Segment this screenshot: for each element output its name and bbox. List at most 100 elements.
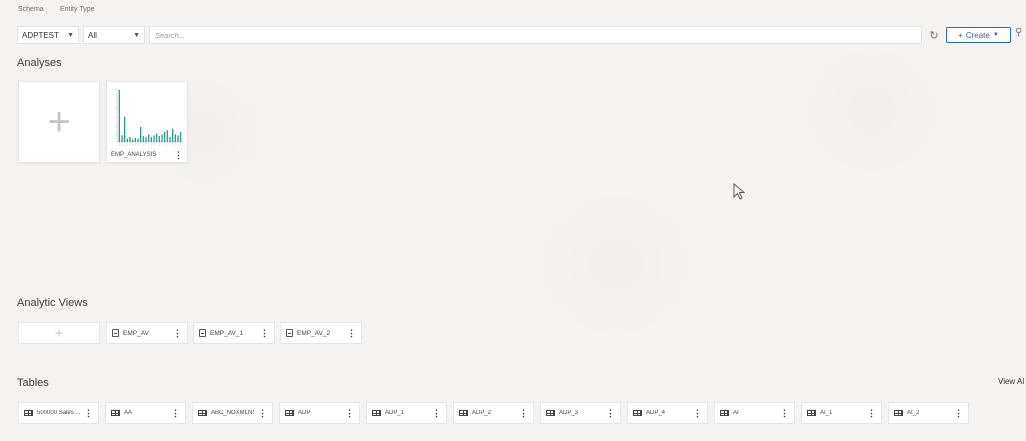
- thumbnail-bar: [126, 138, 128, 142]
- table-item[interactable]: ADP_4 ⋮: [627, 402, 708, 424]
- search-input[interactable]: Search...: [149, 26, 922, 44]
- thumbnail-bar: [153, 135, 155, 142]
- table-icon: [24, 410, 33, 416]
- background-pattern: [0, 0, 1026, 441]
- thumbnail-bar: [180, 131, 182, 142]
- thumbnail-bar: [177, 135, 179, 142]
- analyses-section-title: Analyses: [17, 57, 62, 69]
- thumbnail-bar: [121, 135, 123, 142]
- more-options-icon[interactable]: ⋮: [780, 408, 789, 418]
- table-icon: [633, 410, 642, 416]
- thumbnail-bar: [164, 131, 166, 142]
- table-name: ABC_NOXMLNS: [211, 410, 254, 416]
- more-options-icon[interactable]: ⋮: [693, 408, 702, 418]
- plus-icon: +: [958, 30, 963, 40]
- table-icon: [459, 410, 468, 416]
- thumbnail-bar: [161, 134, 163, 142]
- table-name: ADP_4: [646, 410, 666, 416]
- more-options-icon[interactable]: ⋮: [954, 408, 963, 418]
- thumbnail-bar: [129, 136, 131, 142]
- view-all-link[interactable]: View Al: [998, 377, 1024, 386]
- more-options-icon[interactable]: ⋮: [173, 328, 182, 338]
- table-icon: [894, 410, 903, 416]
- more-options-icon[interactable]: ⋮: [519, 408, 528, 418]
- table-name: ADP_2: [472, 410, 492, 416]
- more-options-icon[interactable]: ⋮: [606, 408, 615, 418]
- table-item[interactable]: AI_2 ⋮: [888, 402, 969, 424]
- table-icon: [720, 410, 729, 416]
- entity-type-label: Entity Type: [60, 6, 95, 13]
- table-name: ADP_3: [559, 410, 579, 416]
- more-options-icon[interactable]: ⋮: [258, 408, 267, 418]
- analysis-card-footer: EMP_ANALYSIS ⋮: [107, 148, 187, 162]
- thumbnail-bar: [124, 116, 126, 142]
- analysis-card[interactable]: EMP_ANALYSIS ⋮: [106, 81, 188, 163]
- document-icon: [286, 329, 293, 337]
- analysis-card-name: EMP_ANALYSIS: [111, 152, 157, 158]
- thumbnail-bar: [169, 136, 171, 142]
- analytic-view-item[interactable]: EMP_AV_2 ⋮: [280, 322, 362, 344]
- thumbnail-bar: [150, 136, 152, 142]
- binoculars-icon[interactable]: ⚲: [1015, 27, 1022, 38]
- more-options-icon[interactable]: ⋮: [171, 408, 180, 418]
- create-button-label: Create: [965, 30, 990, 40]
- schema-label: Schema: [18, 6, 44, 13]
- analytic-view-name: EMP_AV_1: [210, 329, 244, 337]
- table-item[interactable]: AI_1 ⋮: [801, 402, 882, 424]
- table-name: AI: [733, 410, 739, 416]
- table-name: AI_2: [907, 410, 920, 416]
- more-options-icon[interactable]: ⋮: [174, 150, 183, 160]
- add-analytic-view-button[interactable]: +: [18, 322, 100, 344]
- thumbnail-bar: [132, 139, 134, 142]
- thumbnail-bar: [137, 138, 139, 142]
- create-button[interactable]: + Create ▼: [946, 27, 1011, 43]
- table-name: AA: [124, 410, 133, 416]
- table-item[interactable]: ABC_NOXMLNS ⋮: [192, 402, 273, 424]
- search-placeholder: Search...: [155, 30, 186, 40]
- table-icon: [198, 410, 207, 416]
- more-options-icon[interactable]: ⋮: [867, 408, 876, 418]
- more-options-icon[interactable]: ⋮: [260, 328, 269, 338]
- table-icon: [111, 410, 120, 416]
- table-item[interactable]: AI ⋮: [714, 402, 795, 424]
- more-options-icon[interactable]: ⋮: [347, 328, 356, 338]
- chevron-down-icon: ▼: [992, 32, 999, 38]
- chevron-down-icon: ▼: [133, 31, 140, 39]
- analysis-thumbnail-chart: [115, 88, 183, 146]
- thumbnail-bar: [174, 134, 176, 142]
- table-name: ADP: [298, 410, 311, 416]
- plus-icon: +: [54, 324, 64, 342]
- analytic-view-name: EMP_AV_2: [297, 329, 331, 337]
- table-icon: [546, 410, 555, 416]
- more-options-icon[interactable]: ⋮: [432, 408, 441, 418]
- analytic-view-name: EMP_AV: [123, 329, 149, 337]
- table-item[interactable]: ADP ⋮: [279, 402, 360, 424]
- table-icon: [807, 410, 816, 416]
- refresh-button[interactable]: ↻: [926, 27, 942, 43]
- analytic-view-item[interactable]: EMP_AV ⋮: [106, 322, 188, 344]
- table-item[interactable]: ADP_3 ⋮: [540, 402, 621, 424]
- thumbnail-bar: [142, 136, 144, 142]
- schema-select[interactable]: ADPTEST ▼: [17, 26, 79, 44]
- tables-section-title: Tables: [17, 377, 49, 389]
- table-item[interactable]: ADP_1 ⋮: [366, 402, 447, 424]
- more-options-icon[interactable]: ⋮: [345, 408, 354, 418]
- analytic-views-section-title: Analytic Views: [17, 297, 88, 309]
- thumbnail-bar: [134, 137, 136, 142]
- table-item[interactable]: ADP_2 ⋮: [453, 402, 534, 424]
- thumbnail-bar: [172, 128, 174, 142]
- thumbnail-bar: [145, 136, 147, 142]
- table-name: 500000 Sales ...: [37, 410, 80, 416]
- table-name: ADP_1: [385, 410, 405, 416]
- plus-icon: +: [47, 100, 71, 144]
- table-item[interactable]: AA ⋮: [105, 402, 186, 424]
- analytic-view-item[interactable]: EMP_AV_1 ⋮: [193, 322, 275, 344]
- thumbnail-bar: [148, 134, 150, 142]
- thumbnail-bar: [166, 130, 168, 142]
- thumbnail-bar: [118, 90, 120, 142]
- entity-type-select-value: All: [88, 30, 97, 40]
- entity-type-select[interactable]: All ▼: [83, 26, 145, 44]
- table-item[interactable]: 500000 Sales ... ⋮: [18, 402, 99, 424]
- add-analysis-button[interactable]: +: [18, 81, 100, 163]
- more-options-icon[interactable]: ⋮: [84, 408, 93, 418]
